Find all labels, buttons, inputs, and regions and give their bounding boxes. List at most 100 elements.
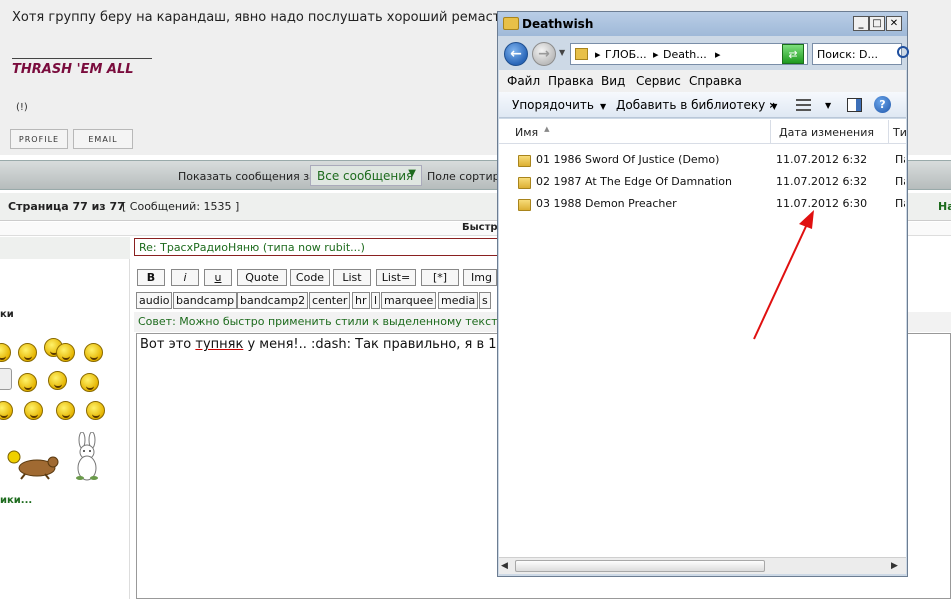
file-row[interactable]: 03 1988 Demon Preacher 11.07.2012 6:30 П… (514, 194, 906, 214)
img-button[interactable]: Img (463, 269, 497, 286)
file-name: 03 1988 Demon Preacher (536, 197, 677, 210)
tip-text: Совет: Можно быстро применить стили к вы… (138, 315, 505, 328)
menu-file[interactable]: Файл (507, 74, 540, 88)
more-commands-button[interactable]: » (769, 98, 777, 112)
subject-input[interactable]: Re: ТрасхРадиоНяню (типа now rubit...) (134, 238, 498, 256)
add-to-library-button[interactable]: Добавить в библиотеку ▼ (616, 98, 777, 112)
breadcrumb-separator-icon: ▸ (595, 48, 601, 61)
folder-icon (518, 177, 531, 189)
tag-marquee-button[interactable]: marquee (381, 292, 437, 309)
chevron-down-icon: ▼ (599, 102, 607, 111)
command-bar: Упорядочить ▼ Добавить в библиотеку ▼ » ▼ … (499, 92, 906, 118)
search-icon[interactable] (897, 46, 909, 58)
scroll-left-icon[interactable]: ◀ (501, 561, 508, 571)
breadcrumb-segment[interactable]: ГЛОБ... (605, 48, 647, 61)
chevron-down-icon: ▼ (408, 168, 416, 179)
post-text: Хотя группу беру на карандаш, явно надо … (12, 10, 509, 25)
tag-hr-button[interactable]: hr (352, 292, 370, 309)
folder-icon (518, 199, 531, 211)
window-title: Deathwish (522, 17, 594, 31)
chevron-down-icon[interactable]: ▼ (825, 101, 831, 110)
report-link[interactable]: (!) (16, 102, 28, 113)
forward-button[interactable]: → (532, 42, 556, 66)
horizontal-scrollbar[interactable]: ◀ ▶ (499, 557, 906, 574)
dog-smiley-icon[interactable] (5, 450, 60, 480)
file-date: 11.07.2012 6:32 (776, 153, 868, 166)
window-titlebar[interactable]: Deathwish _ □ ✕ (498, 12, 907, 36)
file-row[interactable]: 01 1986 Sword Of Justice (Demo) 11.07.20… (514, 150, 906, 170)
file-type: Па (895, 175, 905, 188)
menu-view[interactable]: Вид (601, 74, 625, 88)
scroll-right-icon[interactable]: ▶ (891, 561, 898, 571)
bold-button[interactable]: B (137, 269, 165, 286)
breadcrumb-separator-icon: ▸ (653, 48, 659, 61)
maximize-button[interactable]: □ (869, 16, 885, 31)
help-icon[interactable]: ? (874, 96, 891, 113)
list-item-button[interactable]: [*] (421, 269, 459, 286)
menu-help[interactable]: Справка (689, 74, 742, 88)
folder-icon (575, 48, 588, 60)
file-row[interactable]: 02 1987 At The Edge Of Damnation 11.07.2… (514, 172, 906, 192)
email-button[interactable]: EMAIL (73, 129, 133, 149)
quote-button[interactable]: Quote (237, 269, 287, 286)
tag-s-button[interactable]: s (479, 292, 491, 309)
tag-media-button[interactable]: media (438, 292, 479, 309)
profile-button[interactable]: PROFILE (10, 129, 68, 149)
more-smilies-link[interactable]: ики... (0, 495, 32, 506)
back-button[interactable]: ← (504, 42, 528, 66)
italic-button[interactable]: i (171, 269, 199, 286)
organize-button[interactable]: Упорядочить ▼ (512, 98, 606, 112)
smiley-icon[interactable] (56, 401, 75, 420)
refresh-button[interactable]: ⇄ (782, 44, 804, 64)
folder-icon (503, 17, 519, 30)
column-date-modified[interactable]: Дата изменения (771, 120, 889, 144)
menu-edit[interactable]: Правка (548, 74, 594, 88)
breadcrumb-segment[interactable]: Death... (663, 48, 707, 61)
show-messages-select[interactable]: Все сообщения ▼ (310, 165, 422, 186)
file-date: 11.07.2012 6:32 (776, 175, 868, 188)
tag-audio-button[interactable]: audio (136, 292, 173, 309)
folder-icon (518, 155, 531, 167)
tag-bandcamp-button[interactable]: bandcamp (173, 292, 238, 309)
smiley-icon[interactable] (84, 343, 103, 362)
smiley-icon[interactable] (24, 401, 43, 420)
quick-reply-title: Быстр (462, 222, 498, 233)
file-type: Па (895, 197, 905, 210)
file-type: Па (895, 153, 905, 166)
underline-button[interactable]: u (204, 269, 232, 286)
smiley-icon[interactable] (18, 373, 37, 392)
signature-text: THRASH 'EM ALL (12, 62, 134, 77)
rabbit-smiley-icon[interactable] (72, 432, 102, 482)
address-bar[interactable]: ▸ ГЛОБ... ▸ Death... ▸ ▼ (570, 43, 808, 65)
breadcrumb-separator-icon: ▸ (715, 48, 721, 61)
list-button[interactable]: List (333, 269, 371, 286)
tag-bandcamp2-button[interactable]: bandcamp2 (237, 292, 309, 309)
column-type[interactable]: Ти (889, 120, 906, 144)
tag-center-button[interactable]: center (309, 292, 351, 309)
search-input[interactable]: Поиск: D... (812, 43, 902, 65)
history-dropdown-icon[interactable]: ▼ (559, 48, 565, 57)
page-indicator: Страница 77 из 77 (8, 200, 125, 213)
list-numbered-button[interactable]: List= (376, 269, 416, 286)
close-button[interactable]: ✕ (886, 16, 902, 31)
smiley-icon[interactable] (80, 373, 99, 392)
tag-l-button[interactable]: l (371, 292, 381, 309)
column-name[interactable]: Имя ▲ (499, 120, 771, 144)
smiley-icon[interactable] (86, 401, 105, 420)
menu-tools[interactable]: Сервис (636, 74, 681, 88)
smiley-icon[interactable] (0, 368, 12, 390)
message-count: [ Сообщений: 1535 ] (122, 200, 240, 213)
navigation-bar: ← → ▼ ▸ ГЛОБ... ▸ Death... ▸ ▼ ⇄ Поиск: … (502, 40, 909, 68)
minimize-button[interactable]: _ (853, 16, 869, 31)
file-name: 01 1986 Sword Of Justice (Demo) (536, 153, 720, 166)
scrollbar-thumb[interactable] (515, 560, 765, 572)
code-button[interactable]: Code (290, 269, 330, 286)
preview-pane-icon[interactable] (847, 98, 862, 112)
file-date: 11.07.2012 6:30 (776, 197, 868, 210)
smiley-icon[interactable] (56, 343, 75, 362)
show-messages-label: Показать сообщения за: (178, 170, 320, 183)
view-options-icon[interactable] (796, 99, 811, 111)
page-nav-link[interactable]: На (938, 200, 951, 213)
smiley-icon[interactable] (48, 371, 67, 390)
smiley-icon[interactable] (18, 343, 37, 362)
